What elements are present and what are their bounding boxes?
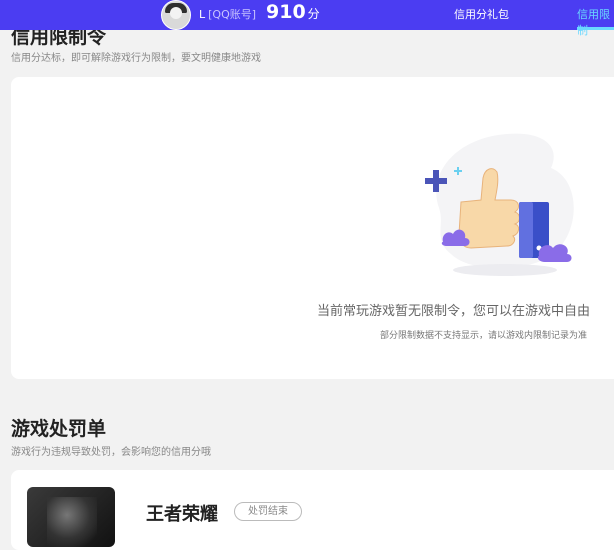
penalty-card[interactable]: 王者荣耀 处罚结束 (11, 470, 614, 550)
status-badge: 处罚结束 (234, 502, 302, 521)
user-info: L [QQ账号] (199, 6, 256, 22)
limit-card: 当前常玩游戏暂无限制令，您可以在游戏中自由 部分限制数据不支持显示，请以游戏内限… (11, 77, 614, 379)
game-thumbnail (27, 487, 115, 547)
top-bar: L [QQ账号] 910 分 信用分礼包 信用限制 (0, 0, 614, 37)
credit-score-value: 910 (266, 1, 306, 23)
thumbs-up-illustration (425, 133, 574, 276)
penalty-section-subtitle: 游戏行为违规导致处罚，会影响您的信用分哦 (11, 447, 211, 458)
empty-state-note: 部分限制数据不支持显示，请以游戏内限制记录为准 (380, 331, 588, 341)
game-thumbnail-art (47, 497, 97, 547)
empty-state-message: 当前常玩游戏暂无限制令，您可以在游戏中自由 (317, 304, 591, 319)
credit-score: 910 分 (266, 0, 320, 26)
avatar[interactable] (161, 0, 191, 30)
active-tab-indicator (577, 27, 614, 30)
penalty-section-title: 游戏处罚单 (11, 418, 107, 440)
tab-credit-gift[interactable]: 信用分礼包 (454, 6, 509, 22)
limit-section-subtitle: 信用分达标，即可解除游戏行为限制，要文明健康地游戏 (11, 53, 261, 64)
user-name: L (199, 8, 206, 21)
game-name: 王者荣耀 (146, 504, 218, 525)
tab-credit-limit[interactable]: 信用限制 (577, 6, 614, 38)
avatar-face (170, 7, 182, 19)
account-type: [QQ账号] (208, 8, 257, 21)
credit-score-unit: 分 (307, 7, 320, 21)
